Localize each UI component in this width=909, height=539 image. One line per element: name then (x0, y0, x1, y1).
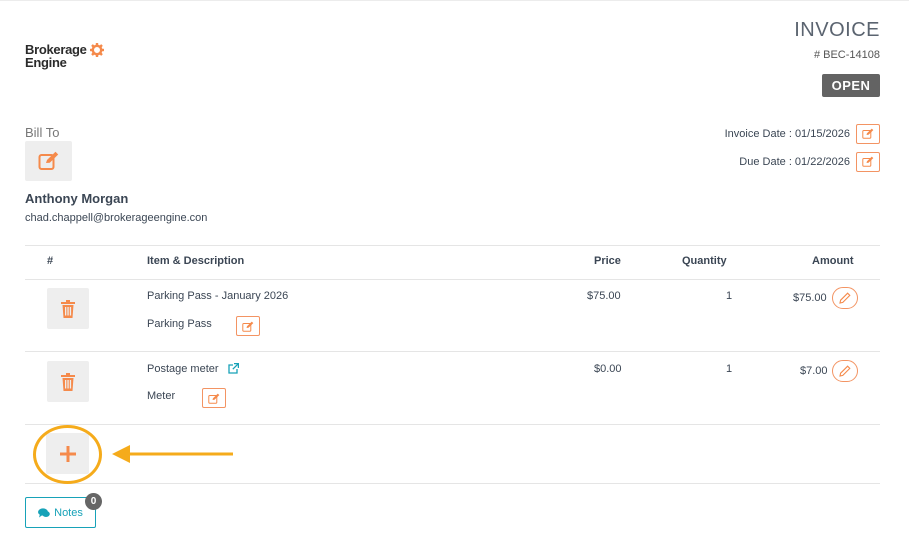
edit-due-date-button[interactable] (856, 151, 880, 172)
trash-icon (61, 299, 75, 318)
pencil-icon (839, 292, 851, 304)
line-item-price: $75.00 (587, 290, 621, 302)
table-top-border (25, 245, 880, 246)
line-item-amount: $75.00 (793, 292, 827, 304)
line-item-amount: $7.00 (800, 365, 828, 377)
external-link-icon[interactable] (228, 363, 239, 374)
col-header-quantity: Quantity (682, 255, 727, 267)
edit-description-button[interactable] (236, 316, 260, 336)
brokerage-engine-logo: Brokerage Engine (25, 43, 115, 75)
status-badge: OPEN (822, 74, 880, 97)
col-header-amount: Amount (812, 255, 854, 267)
pencil-icon (839, 365, 851, 377)
edit-amount-button[interactable] (832, 287, 858, 309)
due-date: Due Date : 01/22/2026 (739, 155, 850, 168)
line-item-name: Postage meter (147, 363, 219, 375)
edit-amount-button[interactable] (832, 360, 858, 382)
top-border (0, 0, 909, 1)
delete-line-button[interactable] (47, 361, 89, 402)
due-date-row: Due Date : 01/22/2026 (739, 151, 880, 172)
notes-label: Notes (54, 506, 83, 519)
customer-name: Anthony Morgan (25, 191, 129, 206)
notes-count-badge: 0 (85, 493, 102, 510)
line-item-name: Parking Pass - January 2026 (147, 290, 289, 302)
pointer-arrow-icon (112, 445, 233, 463)
table-bottom-border (25, 483, 880, 484)
line-item-description: Meter (147, 390, 176, 402)
plus-icon (59, 445, 76, 462)
gear-icon (90, 43, 104, 57)
edit-bill-to-button[interactable] (25, 141, 72, 181)
table-header-border (25, 279, 880, 280)
edit-icon (242, 321, 254, 332)
col-header-item: Item & Description (147, 255, 245, 267)
edit-description-button[interactable] (202, 388, 226, 408)
line-item-quantity: 1 (726, 290, 733, 302)
edit-icon (862, 156, 874, 167)
invoice-date-row: Invoice Date : 01/15/2026 (725, 123, 880, 144)
invoice-date: Invoice Date : 01/15/2026 (724, 127, 850, 140)
row-divider (25, 351, 880, 352)
edit-icon (862, 128, 874, 139)
edit-invoice-date-button[interactable] (856, 123, 880, 144)
line-item-quantity: 1 (726, 363, 733, 375)
logo-line-2: Engine (25, 55, 67, 70)
bill-to-label: Bill To (25, 125, 60, 140)
delete-line-button[interactable] (47, 288, 89, 329)
line-item-price: $0.00 (594, 363, 622, 375)
invoice-title: INVOICE (794, 19, 880, 41)
trash-icon (61, 372, 75, 391)
row-divider (25, 424, 880, 425)
col-header-number: # (47, 255, 54, 267)
edit-icon (38, 151, 58, 170)
customer-email: chad.chappell@brokerageengine.con (25, 212, 208, 224)
add-line-item-button[interactable] (46, 433, 89, 474)
line-item-description: Parking Pass (147, 318, 212, 330)
edit-icon (208, 393, 220, 404)
invoice-number: # BEC-14108 (813, 49, 880, 61)
col-header-price: Price (594, 255, 621, 267)
comments-icon (38, 507, 50, 517)
